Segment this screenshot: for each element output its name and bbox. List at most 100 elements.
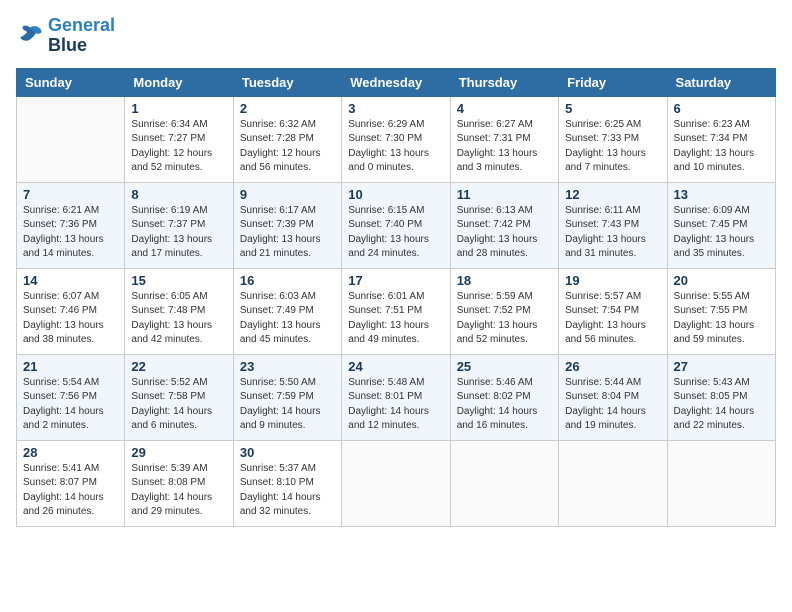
day-info: Sunrise: 6:05 AM Sunset: 7:48 PM Dayligh…: [131, 290, 226, 348]
calendar-day-cell: 21 Sunrise: 5:54 AM Sunset: 7:56 PM Dayli…: [17, 354, 125, 440]
day-info: Sunrise: 6:27 AM Sunset: 7:31 PM Dayligh…: [457, 118, 552, 176]
day-info: Sunrise: 5:37 AM Sunset: 8:10 PM Dayligh…: [240, 462, 335, 520]
calendar-day-cell: 19Sunrise: 5:57 AM Sunset: 7:54 PM Dayli…: [559, 268, 667, 354]
calendar-day-cell: 6 Sunrise: 6:23 AM Sunset: 7:34 PM Daylig…: [667, 96, 775, 182]
day-info: Sunrise: 5:54 AM Sunset: 7:56 PM Dayligh…: [23, 376, 118, 434]
day-info: Sunrise: 6:21 AM Sunset: 7:36 PM Dayligh…: [23, 204, 118, 262]
day-info: Sunrise: 5:52 AM Sunset: 7:58 PM Dayligh…: [131, 376, 226, 434]
column-header-sunday: Sunday: [17, 68, 125, 96]
day-info: Sunrise: 5:41 AM Sunset: 8:07 PM Dayligh…: [23, 462, 118, 520]
day-number: 6: [674, 101, 769, 116]
day-number: 26: [565, 359, 660, 374]
column-header-friday: Friday: [559, 68, 667, 96]
day-number: 5: [565, 101, 660, 116]
calendar-day-cell: 18Sunrise: 5:59 AM Sunset: 7:52 PM Dayli…: [450, 268, 558, 354]
day-info: Sunrise: 5:55 AM Sunset: 7:55 PM Dayligh…: [674, 290, 769, 348]
day-info: Sunrise: 5:59 AM Sunset: 7:52 PM Dayligh…: [457, 290, 552, 348]
calendar-day-cell: 15 Sunrise: 6:05 AM Sunset: 7:48 PM Dayli…: [125, 268, 233, 354]
calendar-day-cell: 4 Sunrise: 6:27 AM Sunset: 7:31 PM Daylig…: [450, 96, 558, 182]
column-header-monday: Monday: [125, 68, 233, 96]
day-info: Sunrise: 6:13 AM Sunset: 7:42 PM Dayligh…: [457, 204, 552, 262]
day-number: 24: [348, 359, 443, 374]
calendar-day-cell: 28 Sunrise: 5:41 AM Sunset: 8:07 PM Dayli…: [17, 440, 125, 526]
calendar-day-cell: 20 Sunrise: 5:55 AM Sunset: 7:55 PM Dayli…: [667, 268, 775, 354]
calendar-day-cell: 1Sunrise: 6:34 AM Sunset: 7:27 PM Daylig…: [125, 96, 233, 182]
day-info: Sunrise: 5:39 AM Sunset: 8:08 PM Dayligh…: [131, 462, 226, 520]
calendar-week-row: 14 Sunrise: 6:07 AM Sunset: 7:46 PM Dayli…: [17, 268, 776, 354]
day-info: Sunrise: 5:57 AM Sunset: 7:54 PM Dayligh…: [565, 290, 660, 348]
day-info: Sunrise: 6:07 AM Sunset: 7:46 PM Dayligh…: [23, 290, 118, 348]
calendar-day-cell: 24 Sunrise: 5:48 AM Sunset: 8:01 PM Dayli…: [342, 354, 450, 440]
calendar-day-cell: 11 Sunrise: 6:13 AM Sunset: 7:42 PM Dayli…: [450, 182, 558, 268]
calendar-week-row: 21 Sunrise: 5:54 AM Sunset: 7:56 PM Dayli…: [17, 354, 776, 440]
day-info: Sunrise: 6:23 AM Sunset: 7:34 PM Dayligh…: [674, 118, 769, 176]
calendar-day-cell: 7 Sunrise: 6:21 AM Sunset: 7:36 PM Daylig…: [17, 182, 125, 268]
day-number: 8: [131, 187, 226, 202]
day-info: Sunrise: 6:25 AM Sunset: 7:33 PM Dayligh…: [565, 118, 660, 176]
day-number: 13: [674, 187, 769, 202]
calendar-day-cell: 22 Sunrise: 5:52 AM Sunset: 7:58 PM Dayli…: [125, 354, 233, 440]
calendar-day-cell: 16Sunrise: 6:03 AM Sunset: 7:49 PM Dayli…: [233, 268, 341, 354]
calendar-day-cell: 17 Sunrise: 6:01 AM Sunset: 7:51 PM Dayli…: [342, 268, 450, 354]
day-number: 29: [131, 445, 226, 460]
day-info: Sunrise: 6:01 AM Sunset: 7:51 PM Dayligh…: [348, 290, 443, 348]
column-header-tuesday: Tuesday: [233, 68, 341, 96]
day-info: Sunrise: 5:50 AM Sunset: 7:59 PM Dayligh…: [240, 376, 335, 434]
day-number: 11: [457, 187, 552, 202]
day-info: Sunrise: 5:48 AM Sunset: 8:01 PM Dayligh…: [348, 376, 443, 434]
calendar-day-cell: 2 Sunrise: 6:32 AM Sunset: 7:28 PM Daylig…: [233, 96, 341, 182]
calendar-day-cell: 3 Sunrise: 6:29 AM Sunset: 7:30 PM Daylig…: [342, 96, 450, 182]
calendar-empty-cell: [667, 440, 775, 526]
day-number: 1: [131, 101, 226, 116]
day-number: 4: [457, 101, 552, 116]
calendar-day-cell: 27Sunrise: 5:43 AM Sunset: 8:05 PM Dayli…: [667, 354, 775, 440]
day-number: 22: [131, 359, 226, 374]
day-number: 10: [348, 187, 443, 202]
calendar-day-cell: 8 Sunrise: 6:19 AM Sunset: 7:37 PM Daylig…: [125, 182, 233, 268]
day-number: 3: [348, 101, 443, 116]
day-number: 16: [240, 273, 335, 288]
column-header-saturday: Saturday: [667, 68, 775, 96]
logo: GeneralBlue: [16, 16, 115, 56]
day-info: Sunrise: 6:15 AM Sunset: 7:40 PM Dayligh…: [348, 204, 443, 262]
calendar-day-cell: 9Sunrise: 6:17 AM Sunset: 7:39 PM Daylig…: [233, 182, 341, 268]
day-info: Sunrise: 6:11 AM Sunset: 7:43 PM Dayligh…: [565, 204, 660, 262]
page-header: GeneralBlue: [16, 16, 776, 56]
calendar-day-cell: 29 Sunrise: 5:39 AM Sunset: 8:08 PM Dayli…: [125, 440, 233, 526]
calendar-table: SundayMondayTuesdayWednesdayThursdayFrid…: [16, 68, 776, 527]
logo-icon: [16, 22, 44, 50]
day-number: 23: [240, 359, 335, 374]
day-number: 14: [23, 273, 118, 288]
day-number: 28: [23, 445, 118, 460]
calendar-day-cell: 25Sunrise: 5:46 AM Sunset: 8:02 PM Dayli…: [450, 354, 558, 440]
calendar-day-cell: 14 Sunrise: 6:07 AM Sunset: 7:46 PM Dayli…: [17, 268, 125, 354]
day-number: 21: [23, 359, 118, 374]
calendar-week-row: 28 Sunrise: 5:41 AM Sunset: 8:07 PM Dayli…: [17, 440, 776, 526]
calendar-day-cell: 10 Sunrise: 6:15 AM Sunset: 7:40 PM Dayli…: [342, 182, 450, 268]
day-number: 12: [565, 187, 660, 202]
day-number: 2: [240, 101, 335, 116]
calendar-empty-cell: [450, 440, 558, 526]
calendar-day-cell: 30 Sunrise: 5:37 AM Sunset: 8:10 PM Dayli…: [233, 440, 341, 526]
calendar-day-cell: 5 Sunrise: 6:25 AM Sunset: 7:33 PM Daylig…: [559, 96, 667, 182]
day-info: Sunrise: 5:44 AM Sunset: 8:04 PM Dayligh…: [565, 376, 660, 434]
day-number: 25: [457, 359, 552, 374]
calendar-day-cell: 26 Sunrise: 5:44 AM Sunset: 8:04 PM Dayli…: [559, 354, 667, 440]
day-info: Sunrise: 6:19 AM Sunset: 7:37 PM Dayligh…: [131, 204, 226, 262]
day-info: Sunrise: 6:29 AM Sunset: 7:30 PM Dayligh…: [348, 118, 443, 176]
calendar-header-row: SundayMondayTuesdayWednesdayThursdayFrid…: [17, 68, 776, 96]
column-header-wednesday: Wednesday: [342, 68, 450, 96]
day-number: 20: [674, 273, 769, 288]
day-info: Sunrise: 5:43 AM Sunset: 8:05 PM Dayligh…: [674, 376, 769, 434]
day-number: 30: [240, 445, 335, 460]
day-number: 7: [23, 187, 118, 202]
day-info: Sunrise: 6:32 AM Sunset: 7:28 PM Dayligh…: [240, 118, 335, 176]
day-info: Sunrise: 6:17 AM Sunset: 7:39 PM Dayligh…: [240, 204, 335, 262]
calendar-empty-cell: [559, 440, 667, 526]
day-number: 17: [348, 273, 443, 288]
day-number: 15: [131, 273, 226, 288]
day-info: Sunrise: 6:09 AM Sunset: 7:45 PM Dayligh…: [674, 204, 769, 262]
calendar-day-cell: 12 Sunrise: 6:11 AM Sunset: 7:43 PM Dayli…: [559, 182, 667, 268]
calendar-empty-cell: [342, 440, 450, 526]
calendar-week-row: 1Sunrise: 6:34 AM Sunset: 7:27 PM Daylig…: [17, 96, 776, 182]
